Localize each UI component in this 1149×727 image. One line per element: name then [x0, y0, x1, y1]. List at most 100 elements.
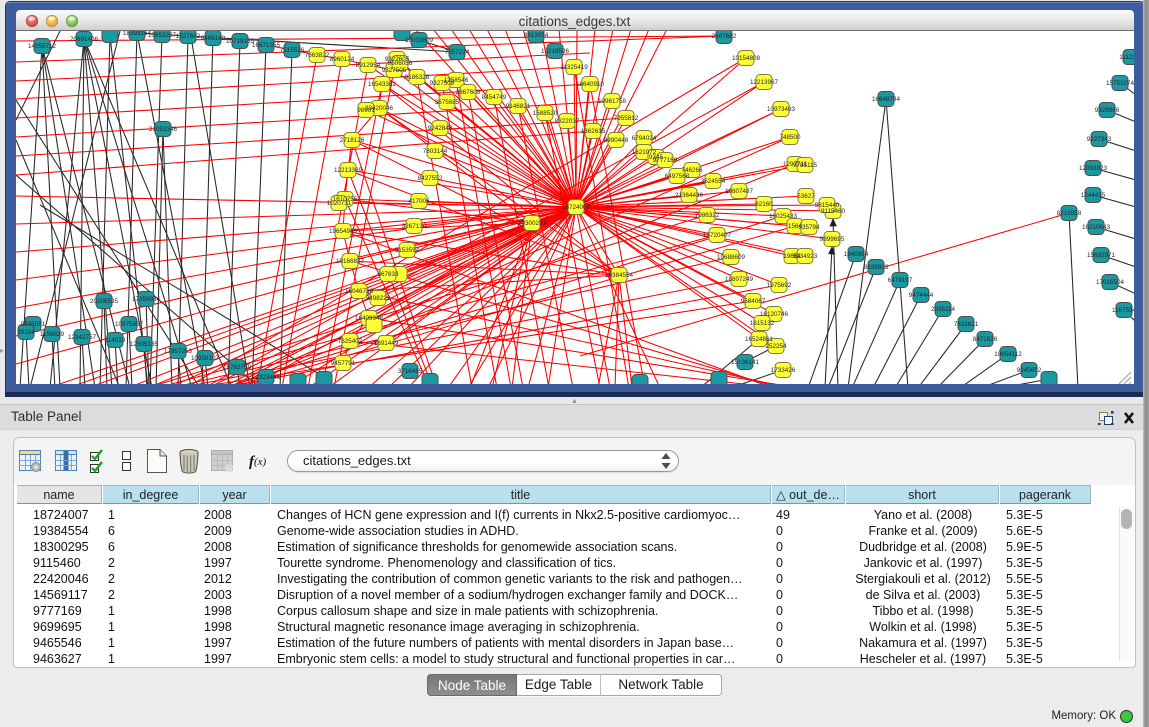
- svg-text:6497568: 6497568: [665, 173, 690, 180]
- svg-text:9115460: 9115460: [821, 208, 846, 215]
- svg-text:19166827: 19166827: [336, 258, 365, 265]
- svg-text:9606058: 9606058: [388, 60, 413, 67]
- svg-text:8960124: 8960124: [330, 56, 355, 63]
- svg-text:114519: 114519: [105, 337, 126, 344]
- svg-text:8427552: 8427552: [418, 175, 443, 182]
- svg-text:15136141: 15136141: [731, 359, 760, 366]
- svg-text:9245652: 9245652: [1017, 367, 1042, 374]
- svg-text:7986322: 7986322: [695, 212, 720, 219]
- svg-text:252254: 252254: [765, 343, 787, 350]
- svg-text:1615132: 1615132: [750, 320, 775, 327]
- svg-text:19300293: 19300293: [518, 220, 547, 227]
- svg-text:9146821: 9146821: [506, 103, 531, 110]
- svg-text:8471626: 8471626: [973, 336, 998, 343]
- svg-text:19384554: 19384554: [605, 272, 634, 279]
- svg-text:15751074: 15751074: [1106, 80, 1134, 87]
- svg-text:16782759: 16782759: [223, 364, 252, 371]
- svg-text:8454749: 8454749: [482, 94, 507, 101]
- svg-text:1527602: 1527602: [176, 33, 201, 40]
- svg-text:15720407: 15720407: [703, 232, 732, 239]
- svg-text:3624554: 3624554: [701, 178, 726, 185]
- svg-text:10961758: 10961758: [598, 98, 627, 105]
- svg-text:1156829: 1156829: [40, 331, 65, 338]
- svg-text:17957253: 17957253: [164, 348, 193, 355]
- svg-text:12323446: 12323446: [252, 374, 281, 381]
- svg-text:7632621: 7632621: [954, 321, 979, 328]
- svg-text:9899695: 9899695: [820, 236, 845, 243]
- svg-text:98901: 98901: [357, 107, 375, 114]
- svg-text:62160: 62160: [755, 201, 773, 208]
- svg-text:16671355: 16671355: [252, 42, 281, 49]
- svg-text:9815440: 9815440: [815, 202, 840, 209]
- svg-text:14055712: 14055712: [28, 43, 57, 50]
- svg-text:10975857: 10975857: [115, 321, 144, 328]
- svg-text:9684067: 9684067: [741, 298, 766, 305]
- svg-text:10154808: 10154808: [732, 55, 761, 62]
- svg-text:2687682: 2687682: [712, 33, 737, 40]
- svg-text:9474444: 9474444: [909, 292, 934, 299]
- svg-text:2935114: 2935114: [931, 306, 956, 313]
- svg-text:8322037: 8322037: [555, 118, 580, 125]
- svg-text:20206535: 20206535: [90, 298, 119, 305]
- svg-text:9153594: 9153594: [395, 247, 420, 254]
- svg-text:8990448: 8990448: [604, 137, 629, 144]
- svg-text:10653287: 10653287: [148, 32, 177, 39]
- svg-text:9777169: 9777169: [653, 157, 678, 164]
- svg-text:7803144: 7803144: [423, 148, 448, 155]
- svg-text:16524861: 16524861: [745, 336, 774, 343]
- svg-text:16046736: 16046736: [345, 288, 374, 295]
- svg-text:7955812: 7955812: [614, 115, 639, 122]
- svg-text:16543382: 16543382: [368, 81, 397, 88]
- svg-text:16648784: 16648784: [872, 96, 901, 103]
- svg-text:16210643: 16210643: [1082, 224, 1111, 231]
- svg-text:21364436: 21364436: [675, 192, 704, 199]
- svg-text:1975692: 1975692: [767, 282, 792, 289]
- svg-text:9134923: 9134923: [793, 253, 818, 260]
- svg-text:39154: 39154: [17, 329, 35, 336]
- svg-text:3675685: 3675685: [435, 99, 460, 106]
- svg-text:10688609: 10688609: [717, 254, 746, 261]
- svg-text:1362615: 1362615: [581, 128, 606, 135]
- svg-text:12505135: 12505135: [130, 341, 159, 348]
- svg-text:1020731: 1020731: [327, 200, 352, 207]
- svg-text:16409948: 16409948: [355, 315, 384, 322]
- svg-text:11325419: 11325419: [560, 64, 588, 71]
- svg-text:1733426: 1733426: [771, 367, 796, 374]
- svg-text:12342757: 12342757: [68, 334, 97, 341]
- svg-text:7663822: 7663822: [305, 52, 330, 59]
- svg-text:10807487: 10807487: [725, 188, 754, 195]
- svg-text:2867608: 2867608: [456, 89, 481, 96]
- svg-text:18807249: 18807249: [725, 276, 754, 283]
- svg-text:12213967: 12213967: [750, 79, 779, 86]
- svg-text:1167534: 1167534: [1112, 307, 1134, 314]
- svg-text:9327505: 9327505: [382, 67, 407, 74]
- svg-text:8186328: 8186328: [405, 74, 430, 81]
- svg-text:(x): (x): [254, 456, 267, 468]
- svg-text:9242848: 9242848: [428, 125, 453, 132]
- svg-text:10958107: 10958107: [191, 355, 220, 362]
- svg-text:18724007: 18724007: [562, 204, 591, 211]
- svg-text:417006: 417006: [408, 198, 430, 205]
- svg-text:9235051: 9235051: [21, 321, 46, 328]
- svg-text:1588520: 1588520: [533, 110, 558, 117]
- svg-text:1112333: 1112333: [1119, 54, 1134, 61]
- svg-text:17359934: 17359934: [132, 296, 161, 303]
- svg-text:3267130: 3267130: [402, 223, 427, 230]
- svg-text:935794: 935794: [798, 224, 820, 231]
- svg-text:3716485: 3716485: [398, 368, 423, 375]
- svg-text:867833: 867833: [377, 271, 399, 278]
- svg-text:8813054: 8813054: [524, 32, 549, 39]
- svg-text:1640954: 1640954: [844, 251, 869, 258]
- svg-text:7625402: 7625402: [338, 338, 363, 345]
- svg-text:10025433: 10025433: [769, 213, 798, 220]
- svg-text:6479197: 6479197: [888, 277, 913, 284]
- svg-text:8938923: 8938923: [864, 264, 889, 271]
- svg-text:12093823: 12093823: [1079, 165, 1108, 172]
- svg-text:9327508: 9327508: [430, 80, 455, 87]
- svg-text:1691449: 1691449: [374, 340, 399, 347]
- svg-text:10719155: 10719155: [226, 38, 255, 45]
- svg-text:53627: 53627: [797, 193, 815, 200]
- svg-text:8215958: 8215958: [1057, 210, 1082, 217]
- svg-text:2718126: 2718126: [340, 137, 365, 144]
- svg-text:9785115: 9785115: [793, 162, 818, 169]
